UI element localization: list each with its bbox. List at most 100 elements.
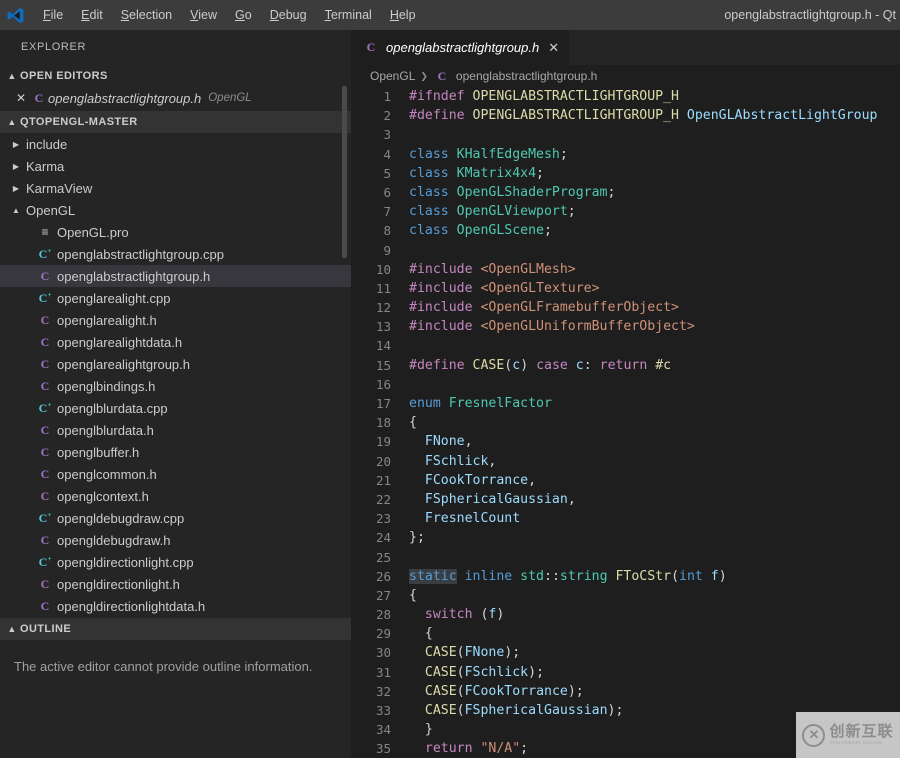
code-line[interactable]: 28 switch (f) — [351, 605, 900, 624]
tree-row[interactable]: ▶ Karma — [0, 155, 351, 177]
sidebar-scrollbar[interactable] — [342, 86, 347, 258]
code-token: OpenGLViewport — [456, 204, 568, 220]
file-tree[interactable]: ▶include▶Karma▶KarmaView▲OpenGL·≡OpenGL.… — [0, 133, 351, 618]
code-line[interactable]: 20 FSchlick, — [351, 452, 900, 471]
code-line-content: #define OPENGLABSTRACTLIGHTGROUP_H OpenG… — [400, 106, 877, 125]
line-number: 31 — [375, 664, 391, 680]
tree-row[interactable]: · ≡ OpenGL.pro — [0, 221, 351, 243]
code-line-content: CASE(FCookTorrance); — [400, 682, 584, 701]
tree-indent-spacer: · — [20, 470, 36, 479]
code-line[interactable]: 29 { — [351, 624, 900, 643]
tree-row[interactable]: · Copenglabstractlightgroup.h — [0, 265, 351, 287]
menu-item-file[interactable]: File — [34, 0, 72, 30]
code-line[interactable]: 1 #ifndef OPENGLABSTRACTLIGHTGROUP_H — [351, 87, 900, 106]
code-line-content: class KHalfEdgeMesh; — [400, 145, 568, 164]
c-header-icon: C — [437, 68, 447, 83]
code-token: ( — [456, 703, 465, 718]
code-line[interactable]: 30 CASE(FNone); — [351, 643, 900, 662]
code-line[interactable]: 13 #include <OpenGLUniformBufferObject> — [351, 317, 900, 336]
tree-row[interactable]: ▶ KarmaView — [0, 177, 351, 199]
tree-row[interactable]: ·C+opengldirectionlightgroup.cpp — [0, 617, 351, 618]
chevron-right-icon[interactable]: ▶ — [8, 162, 24, 171]
code-token: "N/A" — [480, 741, 521, 757]
tree-row[interactable]: ·C+ openglabstractlightgroup.cpp — [0, 243, 351, 265]
tree-row[interactable]: · Copenglcontext.h — [0, 485, 351, 507]
tree-row-label: OpenGL — [26, 202, 76, 218]
code-line[interactable]: 15 #define CASE(c) case c: return #c — [351, 356, 900, 375]
code-line[interactable]: 17 enum FresnelFactor — [351, 394, 900, 413]
code-line[interactable]: 5 class KMatrix4x4; — [351, 164, 900, 183]
code-line[interactable]: 25 — [351, 548, 900, 567]
tree-row-label: openglabstractlightgroup.cpp — [57, 246, 224, 262]
breadcrumb-root[interactable]: OpenGL — [370, 69, 415, 83]
project-header[interactable]: ▲ QTOPENGL-MASTER — [0, 111, 351, 133]
watermark-logo-icon: ✕ — [802, 723, 826, 747]
tree-row[interactable]: ▶ include — [0, 133, 351, 155]
chevron-down-icon[interactable]: ▲ — [8, 206, 24, 215]
code-token: case — [536, 357, 576, 373]
code-editor[interactable]: 1 #ifndef OPENGLABSTRACTLIGHTGROUP_H 2 #def… — [351, 87, 900, 758]
code-line[interactable]: 32 CASE(FCookTorrance); — [351, 682, 900, 701]
code-line[interactable]: 19 FNone, — [351, 432, 900, 451]
code-line[interactable]: 23 FresnelCount — [351, 509, 900, 528]
chevron-right-icon[interactable]: ▶ — [8, 184, 24, 193]
menu-item-view[interactable]: View — [181, 0, 226, 30]
tree-row[interactable]: · Copenglarealight.h — [0, 309, 351, 331]
code-token: class — [409, 223, 457, 239]
code-line[interactable]: 3 — [351, 125, 900, 144]
line-number: 13 — [375, 319, 391, 335]
tree-row[interactable]: · Copenglarealightdata.h — [0, 331, 351, 353]
code-token: ( — [456, 664, 465, 680]
code-line-content — [400, 241, 409, 260]
breadcrumb-file[interactable]: openglabstractlightgroup.h — [456, 69, 597, 83]
code-line[interactable]: 27 { — [351, 586, 900, 605]
code-line[interactable]: 26 static inline std::string FToCStr(int … — [351, 567, 900, 586]
code-line[interactable]: 11 #include <OpenGLTexture> — [351, 279, 900, 298]
tree-row[interactable]: ·C+ openglblurdata.cpp — [0, 397, 351, 419]
code-line[interactable]: 9 — [351, 241, 900, 260]
code-line[interactable]: 4 class KHalfEdgeMesh; — [351, 145, 900, 164]
menu-item-selection[interactable]: Selection — [112, 0, 181, 30]
code-line[interactable]: 12 #include <OpenGLFramebufferObject> — [351, 298, 900, 317]
code-line[interactable]: 7 class OpenGLViewport; — [351, 202, 900, 221]
breadcrumb[interactable]: OpenGL ❯ C openglabstractlightgroup.h — [351, 65, 900, 87]
code-token: , — [567, 491, 576, 507]
code-line[interactable]: 6 class OpenGLShaderProgram; — [351, 183, 900, 202]
menu-item-terminal[interactable]: Terminal — [316, 0, 381, 30]
tree-row[interactable]: · Copengldebugdraw.h — [0, 529, 351, 551]
chevron-right-icon[interactable]: ▶ — [8, 140, 24, 149]
code-line-content: FSchlick, — [400, 452, 496, 471]
code-line[interactable]: 8 class OpenGLScene; — [351, 221, 900, 240]
code-line[interactable]: 22 FSphericalGaussian, — [351, 490, 900, 509]
code-line[interactable]: 2 #define OPENGLABSTRACTLIGHTGROUP_H Open… — [351, 106, 900, 125]
code-line[interactable]: 31 CASE(FSchlick); — [351, 663, 900, 682]
outline-header[interactable]: ▲ OUTLINE — [0, 618, 351, 640]
tree-row[interactable]: · Copengldirectionlightdata.h — [0, 595, 351, 617]
tree-row[interactable]: · Copenglcommon.h — [0, 463, 351, 485]
code-line[interactable]: 24}; — [351, 528, 900, 547]
close-icon[interactable]: ✕ — [12, 91, 30, 105]
tree-row[interactable]: ·C+ opengldirectionlight.cpp — [0, 551, 351, 573]
menu-item-edit[interactable]: Edit — [72, 0, 112, 30]
tree-row[interactable]: · Copengldirectionlight.h — [0, 573, 351, 595]
tree-row[interactable]: ·C+ opengldebugdraw.cpp — [0, 507, 351, 529]
tree-row[interactable]: · Copenglbuffer.h — [0, 441, 351, 463]
menu-item-debug[interactable]: Debug — [261, 0, 316, 30]
tree-row[interactable]: · Copenglbindings.h — [0, 375, 351, 397]
menu-item-go[interactable]: Go — [226, 0, 261, 30]
tab-openglabstractlightgroup-h[interactable]: C openglabstractlightgroup.h ✕ — [351, 30, 571, 65]
code-line[interactable]: 14 — [351, 336, 900, 355]
code-line[interactable]: 21 FCookTorrance, — [351, 471, 900, 490]
tree-row[interactable]: ▲ OpenGL — [0, 199, 351, 221]
code-line[interactable]: 16 — [351, 375, 900, 394]
close-icon[interactable]: ✕ — [548, 40, 559, 56]
open-editor-item[interactable]: ✕ C openglabstractlightgroup.h OpenGL — [0, 87, 351, 109]
open-editors-header[interactable]: ▲ OPEN EDITORS — [0, 65, 351, 87]
menu-bar[interactable]: File Edit Selection View Go Debug Termin… — [34, 0, 425, 30]
code-line[interactable]: 18 { — [351, 413, 900, 432]
code-line[interactable]: 10 #include <OpenGLMesh> — [351, 260, 900, 279]
tree-row[interactable]: ·C+ openglarealight.cpp — [0, 287, 351, 309]
tree-row[interactable]: · Copenglblurdata.h — [0, 419, 351, 441]
menu-item-help[interactable]: Help — [381, 0, 425, 30]
tree-row[interactable]: · Copenglarealightgroup.h — [0, 353, 351, 375]
